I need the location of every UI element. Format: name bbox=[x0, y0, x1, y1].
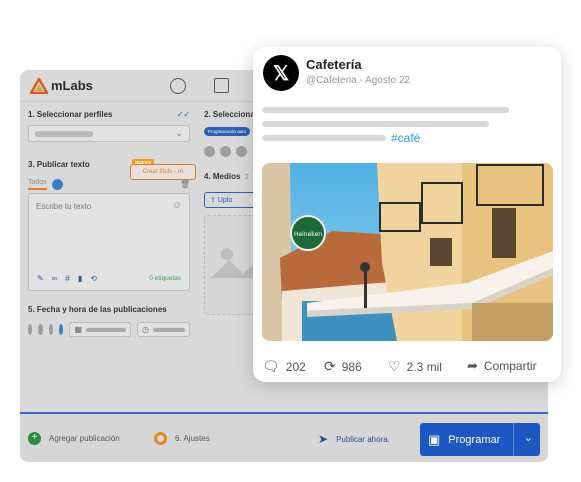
emoji-icon[interactable]: ☺ bbox=[172, 200, 182, 211]
link-icon[interactable]: ∞ bbox=[52, 274, 58, 283]
gear-icon bbox=[154, 432, 167, 445]
instagram-icon[interactable] bbox=[28, 324, 33, 335]
account-name: Cafetería bbox=[306, 57, 362, 72]
youtube-icon[interactable] bbox=[48, 324, 54, 335]
heart-icon: ♡ bbox=[388, 358, 401, 374]
text-placeholder-line bbox=[262, 107, 509, 113]
twitter-icon[interactable] bbox=[59, 324, 64, 335]
calendar-check-icon: ▣ bbox=[428, 431, 441, 447]
schedule-title: 5. Fecha y hora de las publicaciones bbox=[28, 305, 167, 314]
send-icon: ➤ bbox=[318, 432, 329, 446]
publish-now-button[interactable]: ➤ Publicar ahora. bbox=[318, 432, 390, 446]
media-count: 2 bbox=[244, 174, 249, 181]
left-column: 1. Seleccionar perfiles ✓✓ ⌄ 3. Publicar… bbox=[28, 110, 196, 337]
tab-all[interactable]: Todos bbox=[28, 179, 47, 190]
tweet-photo: Heineken bbox=[262, 163, 553, 341]
check-all-icon[interactable]: ✓✓ bbox=[177, 110, 190, 119]
chevron-down-icon: ⌄ bbox=[175, 128, 183, 138]
comment-icon: 🗨 bbox=[262, 358, 280, 374]
date-field[interactable]: ▦ bbox=[69, 322, 131, 337]
schedule-row: ▦ ◷ bbox=[28, 322, 190, 337]
text-placeholder-line bbox=[262, 135, 386, 141]
facebook-icon[interactable] bbox=[38, 324, 43, 335]
settings-button[interactable]: 6. Ajustes bbox=[154, 432, 210, 445]
profile-select[interactable]: ⌄ bbox=[28, 125, 190, 142]
schedule-button[interactable]: ▣ Programar ⌄ bbox=[420, 423, 540, 456]
text-toolbar: ✎ ∞ # ▮ ⟲ bbox=[37, 274, 97, 283]
trash-icon[interactable]: 🗑 bbox=[180, 180, 190, 189]
repeat-icon[interactable]: ⟲ bbox=[90, 274, 97, 283]
account-handle-date: @Cafeteria - Agosto 22 bbox=[306, 75, 411, 86]
calendar-plus-icon[interactable] bbox=[214, 78, 229, 93]
chevron-down-icon[interactable]: ⌄ bbox=[524, 431, 533, 444]
stage: mLabs 1. Seleccionar perfiles ✓✓ ⌄ 3. Pu… bbox=[0, 0, 581, 482]
like-action[interactable]: ♡ 2.3 mil bbox=[388, 358, 442, 375]
time-field[interactable]: ◷ bbox=[137, 322, 190, 337]
upload-icon: ⇪ bbox=[210, 197, 216, 204]
comment-count: 202 bbox=[285, 359, 306, 374]
share-icon: ➦ bbox=[467, 358, 478, 373]
publish-now-label: Publicar ahora. bbox=[336, 434, 390, 444]
tags-count: 0 etiquetas bbox=[149, 275, 181, 282]
share-action[interactable]: ➦ Compartir bbox=[467, 358, 537, 374]
add-publication-button[interactable]: + Agregar publicación bbox=[28, 432, 120, 445]
text-placeholder: Escribe tu texto bbox=[36, 202, 92, 211]
twitter-tab-icon[interactable] bbox=[51, 179, 63, 190]
share-label: Compartir bbox=[483, 359, 537, 373]
profile-chip bbox=[35, 131, 93, 137]
instagram-icon[interactable] bbox=[204, 146, 215, 157]
magic-icon[interactable]: ✎ bbox=[37, 274, 44, 283]
text-editor[interactable]: Escribe tu texto ☺ ✎ ∞ # ▮ ⟲ 0 etiquetas bbox=[28, 193, 190, 291]
media-title: 4. Medios bbox=[204, 172, 241, 181]
hashtag-link[interactable]: #café bbox=[391, 131, 420, 145]
tweet-preview-card: 𝕏 Cafetería @Cafeteria - Agosto 22 #café bbox=[253, 47, 561, 382]
mlabs-logo-icon bbox=[30, 77, 48, 94]
plus-icon: + bbox=[28, 432, 41, 445]
calendar-icon: ▦ bbox=[74, 325, 82, 334]
retweet-action[interactable]: ⟳ 986 bbox=[324, 358, 362, 375]
app-footer: + Agregar publicación 6. Ajustes ➤ Publi… bbox=[20, 412, 548, 462]
file-icon[interactable]: ▮ bbox=[78, 274, 82, 283]
x-logo-icon: 𝕏 bbox=[263, 55, 299, 91]
compass-icon[interactable] bbox=[170, 78, 186, 94]
programming-chip[interactable]: Programación auto bbox=[204, 127, 251, 136]
upload-label: Uplo bbox=[217, 196, 233, 204]
profiles-title: 1. Seleccionar perfiles bbox=[28, 110, 113, 119]
create-title-ai-button[interactable]: Crear título - IA bbox=[130, 164, 196, 180]
hashtag-icon[interactable]: # bbox=[65, 274, 69, 283]
retweet-icon: ⟳ bbox=[324, 358, 336, 374]
add-publication-label: Agregar publicación bbox=[49, 434, 120, 443]
brand-name: mLabs bbox=[51, 78, 93, 93]
mlabs-logo: mLabs bbox=[30, 77, 93, 94]
facebook-icon[interactable] bbox=[236, 146, 247, 157]
tweet-stats: 🗨 202 ⟳ 986 ♡ 2.3 mil ➦ Compartir bbox=[262, 358, 557, 374]
retweet-count: 986 bbox=[341, 359, 362, 374]
settings-label: 6. Ajustes bbox=[175, 434, 210, 443]
instagram-icon[interactable] bbox=[220, 146, 231, 157]
clock-icon: ◷ bbox=[142, 325, 149, 334]
text-placeholder-line bbox=[262, 121, 489, 127]
schedule-label: Programar bbox=[448, 433, 501, 446]
cafe-street-photo: Heineken bbox=[262, 163, 553, 341]
heineken-sign: Heineken bbox=[294, 231, 322, 238]
like-count: 2.3 mil bbox=[406, 359, 442, 374]
comment-action[interactable]: 🗨 202 bbox=[262, 358, 306, 375]
